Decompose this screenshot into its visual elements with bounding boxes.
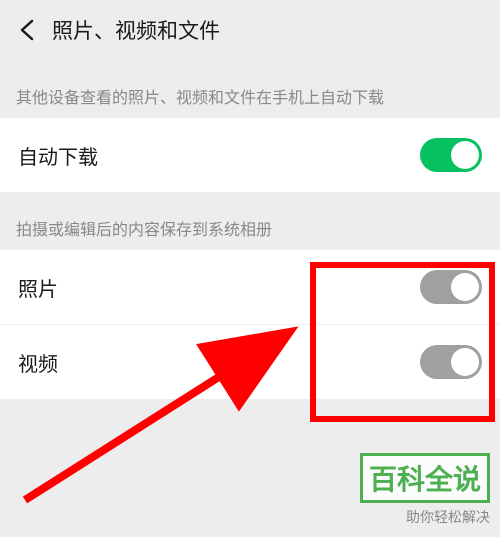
back-icon[interactable] <box>16 19 38 41</box>
watermark-main: 百科全说 <box>360 453 490 503</box>
row-auto-download: 自动下载 <box>0 118 500 192</box>
row-photo: 照片 <box>0 250 500 324</box>
toggle-video[interactable] <box>420 345 482 379</box>
toggle-knob <box>451 348 479 376</box>
row-label-video: 视频 <box>18 348 58 377</box>
page-title: 照片、视频和文件 <box>52 15 220 45</box>
toggle-photo[interactable] <box>420 270 482 304</box>
row-video: 视频 <box>0 324 500 399</box>
section-savealbum-desc: 拍摄或编辑后的内容保存到系统相册 <box>0 192 500 250</box>
row-label-photo: 照片 <box>18 273 58 302</box>
row-label-auto-download: 自动下载 <box>18 141 98 170</box>
page-header: 照片、视频和文件 <box>0 0 500 60</box>
section-autodownload-desc: 其他设备查看的照片、视频和文件在手机上自动下载 <box>0 60 500 118</box>
toggle-knob <box>451 141 479 169</box>
watermark-sub: 助你轻松解决 <box>360 507 490 527</box>
toggle-knob <box>451 273 479 301</box>
watermark: 百科全说 助你轻松解决 <box>360 453 490 527</box>
toggle-auto-download[interactable] <box>420 138 482 172</box>
